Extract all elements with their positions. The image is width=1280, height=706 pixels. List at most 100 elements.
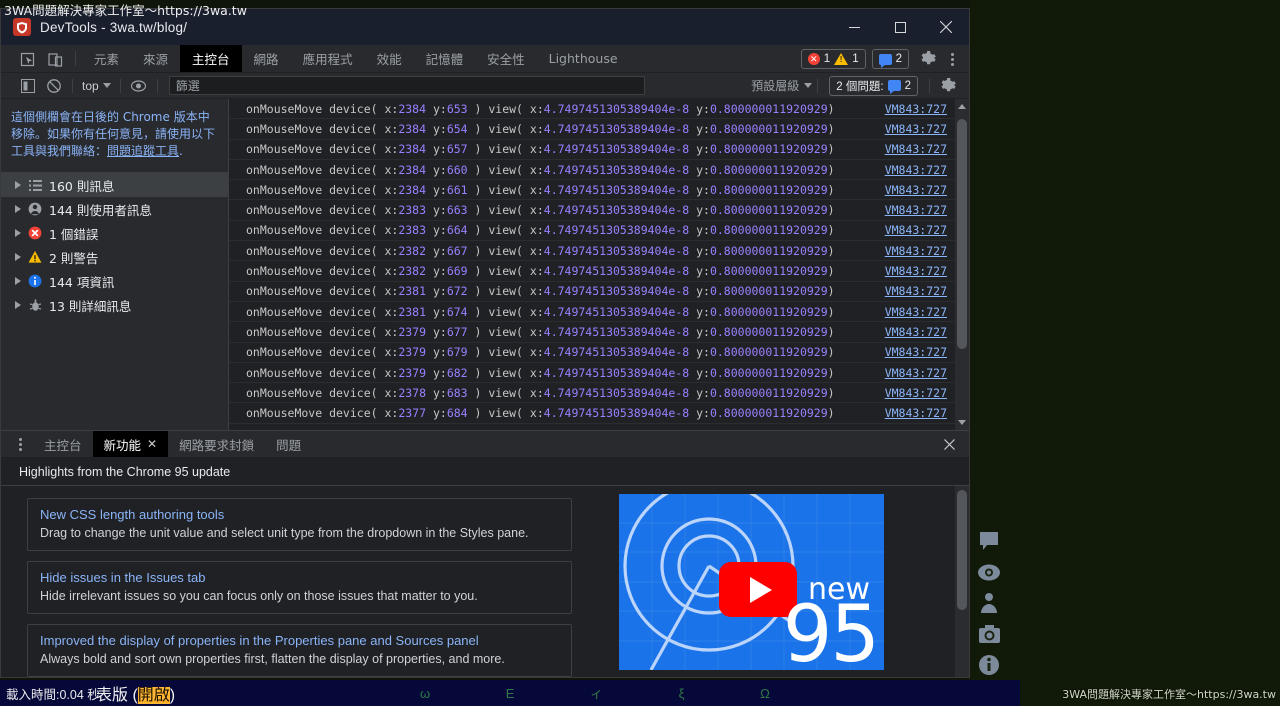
sidebar-item-all-messages[interactable]: 160 則訊息 (1, 173, 228, 197)
open-link[interactable]: 開啟 (138, 687, 170, 704)
drawer-scroll-thumb[interactable] (957, 490, 967, 610)
whats-new-video-thumbnail[interactable]: new 95 (619, 494, 884, 670)
console-source-link[interactable]: VM843:727 (885, 122, 947, 136)
log-level-select[interactable]: 預設層級 (751, 77, 812, 94)
close-button[interactable] (923, 9, 969, 45)
whats-new-card[interactable]: Hide issues in the Issues tabHide irrele… (27, 561, 572, 614)
console-source-link[interactable]: VM843:727 (885, 264, 947, 278)
console-log-row[interactable]: onMouseMove device( x:2381 y:674 ) view(… (229, 302, 969, 322)
live-expression-icon[interactable] (126, 73, 152, 99)
console-source-link[interactable]: VM843:727 (885, 223, 947, 237)
whats-new-content[interactable]: New CSS length authoring toolsDrag to ch… (1, 486, 969, 677)
tab-application[interactable]: 應用程式 (291, 45, 365, 72)
console-toolbar-right[interactable]: 預設層級 2 個問題: 2 (741, 76, 969, 96)
drawer-tab-console[interactable]: 主控台 (33, 431, 93, 457)
console-toolbar[interactable]: top 篩選 預設層級 2 個問題: 2 (1, 73, 969, 99)
console-log-row[interactable]: onMouseMove device( x:2379 y:677 ) view(… (229, 322, 969, 342)
whats-new-card-title[interactable]: New CSS length authoring tools (40, 507, 559, 522)
console-source-link[interactable]: VM843:727 (885, 183, 947, 197)
drawer-kebab-menu-icon[interactable] (9, 431, 31, 457)
gear-icon-console[interactable] (935, 78, 961, 94)
issues-bar-chip[interactable]: 2 個問題: 2 (829, 76, 918, 96)
inspect-element-icon[interactable] (13, 46, 41, 72)
console-sidebar[interactable]: 這個側欄會在日後的 Chrome 版本中移除。如果你有任何意見，請使用以下工具與… (1, 99, 229, 430)
tab-memory[interactable]: 記憶體 (414, 45, 476, 72)
tab-network[interactable]: 網路 (242, 45, 291, 72)
console-source-link[interactable]: VM843:727 (885, 345, 947, 359)
console-source-link[interactable]: VM843:727 (885, 325, 947, 339)
gear-icon[interactable] (915, 51, 941, 67)
camera-icon[interactable] (976, 621, 1002, 647)
drawer-tab-close-icon[interactable]: ✕ (147, 437, 157, 451)
tab-elements[interactable]: 元素 (82, 45, 131, 72)
console-log-row[interactable]: onMouseMove device( x:2384 y:661 ) view(… (229, 180, 969, 200)
console-source-link[interactable]: VM843:727 (885, 406, 947, 420)
console-log-row[interactable]: onMouseMove device( x:2383 y:664 ) view(… (229, 221, 969, 241)
console-log-row[interactable]: onMouseMove device( x:2377 y:684 ) view(… (229, 403, 969, 423)
eye-icon[interactable] (976, 559, 1002, 585)
tab-performance[interactable]: 效能 (365, 45, 414, 72)
tab-security[interactable]: 安全性 (475, 45, 537, 72)
console-scroll-thumb[interactable] (957, 119, 967, 349)
chevron-right-icon[interactable] (15, 181, 21, 189)
console-log-row[interactable]: onMouseMove device( x:2384 y:660 ) view(… (229, 160, 969, 180)
device-toolbar-icon[interactable] (41, 46, 69, 72)
speech-bubble-icon[interactable] (976, 528, 1002, 554)
console-source-link[interactable]: VM843:727 (885, 102, 947, 116)
chevron-right-icon-3[interactable] (15, 229, 21, 237)
console-log-row[interactable]: onMouseMove device( x:2383 y:663 ) view(… (229, 200, 969, 220)
console-log-row[interactable]: onMouseMove device( x:2379 y:682 ) view(… (229, 363, 969, 383)
console-sidebar-toggle-icon[interactable] (15, 73, 41, 99)
chevron-right-icon-2[interactable] (15, 205, 21, 213)
sidebar-item-verbose[interactable]: 13 則詳細訊息 (1, 293, 228, 317)
console-prompt[interactable]: > (229, 424, 969, 430)
scroll-down-icon[interactable] (958, 420, 966, 425)
console-log-row[interactable]: onMouseMove device( x:2384 y:653 ) view(… (229, 99, 969, 119)
console-log-row[interactable]: onMouseMove device( x:2378 y:683 ) view(… (229, 383, 969, 403)
whats-new-card[interactable]: New CSS length authoring toolsDrag to ch… (27, 498, 572, 551)
console-log-row[interactable]: onMouseMove device( x:2379 y:679 ) view(… (229, 343, 969, 363)
console-message-list[interactable]: onMouseMove device( x:2384 y:653 ) view(… (229, 99, 969, 430)
chevron-right-icon-6[interactable] (15, 301, 21, 309)
clear-console-icon[interactable] (41, 73, 67, 99)
drawer-tabbar[interactable]: 主控台 新功能 ✕ 網路要求封鎖 問題 (1, 431, 969, 458)
console-source-link[interactable]: VM843:727 (885, 163, 947, 177)
whats-new-card[interactable]: Improved the display of properties in th… (27, 624, 572, 677)
console-log-row[interactable]: onMouseMove device( x:2382 y:667 ) view(… (229, 241, 969, 261)
minimize-button[interactable] (831, 9, 877, 45)
drawer-scrollbar[interactable] (955, 486, 969, 677)
sidebar-item-warnings[interactable]: 2 則警告 (1, 245, 228, 269)
whats-new-card-title[interactable]: Improved the display of properties in th… (40, 633, 559, 648)
chevron-right-icon-5[interactable] (15, 277, 21, 285)
console-source-link[interactable]: VM843:727 (885, 305, 947, 319)
drawer-close-icon[interactable] (937, 431, 961, 458)
issue-tracker-link[interactable]: 問題追蹤工具 (107, 144, 179, 158)
console-source-link[interactable]: VM843:727 (885, 244, 947, 258)
tab-lighthouse[interactable]: Lighthouse (537, 45, 630, 72)
console-source-link[interactable]: VM843:727 (885, 203, 947, 217)
scroll-up-icon[interactable] (958, 104, 966, 109)
error-warning-chip[interactable]: ✕ 1 1 (801, 49, 866, 69)
execution-context-select[interactable]: top (78, 79, 115, 93)
console-log-row[interactable]: onMouseMove device( x:2381 y:672 ) view(… (229, 282, 969, 302)
console-log-row[interactable]: onMouseMove device( x:2384 y:654 ) view(… (229, 119, 969, 139)
window-controls[interactable] (831, 9, 969, 45)
filter-input[interactable]: 篩選 (169, 76, 645, 95)
info-icon[interactable] (976, 652, 1002, 678)
tab-console[interactable]: 主控台 (180, 45, 242, 72)
console-source-link[interactable]: VM843:727 (885, 142, 947, 156)
tab-sources[interactable]: 來源 (131, 45, 180, 72)
tabbar-right-controls[interactable]: ✕ 1 1 2 (801, 45, 969, 73)
console-source-link[interactable]: VM843:727 (885, 386, 947, 400)
sidebar-item-user-messages[interactable]: 144 則使用者訊息 (1, 197, 228, 221)
console-log-row[interactable]: onMouseMove device( x:2384 y:657 ) view(… (229, 140, 969, 160)
console-source-link[interactable]: VM843:727 (885, 284, 947, 298)
kebab-menu-icon[interactable] (941, 53, 963, 66)
drawer-tab-network-request-blocking[interactable]: 網路要求封鎖 (168, 431, 265, 457)
issues-message-chip[interactable]: 2 (872, 49, 909, 69)
sidebar-item-errors[interactable]: 1 個錯誤 (1, 221, 228, 245)
chevron-right-icon-4[interactable] (15, 253, 21, 261)
console-scrollbar[interactable] (955, 99, 969, 430)
drawer-tab-issues[interactable]: 問題 (265, 431, 312, 457)
person-icon[interactable] (976, 590, 1002, 616)
